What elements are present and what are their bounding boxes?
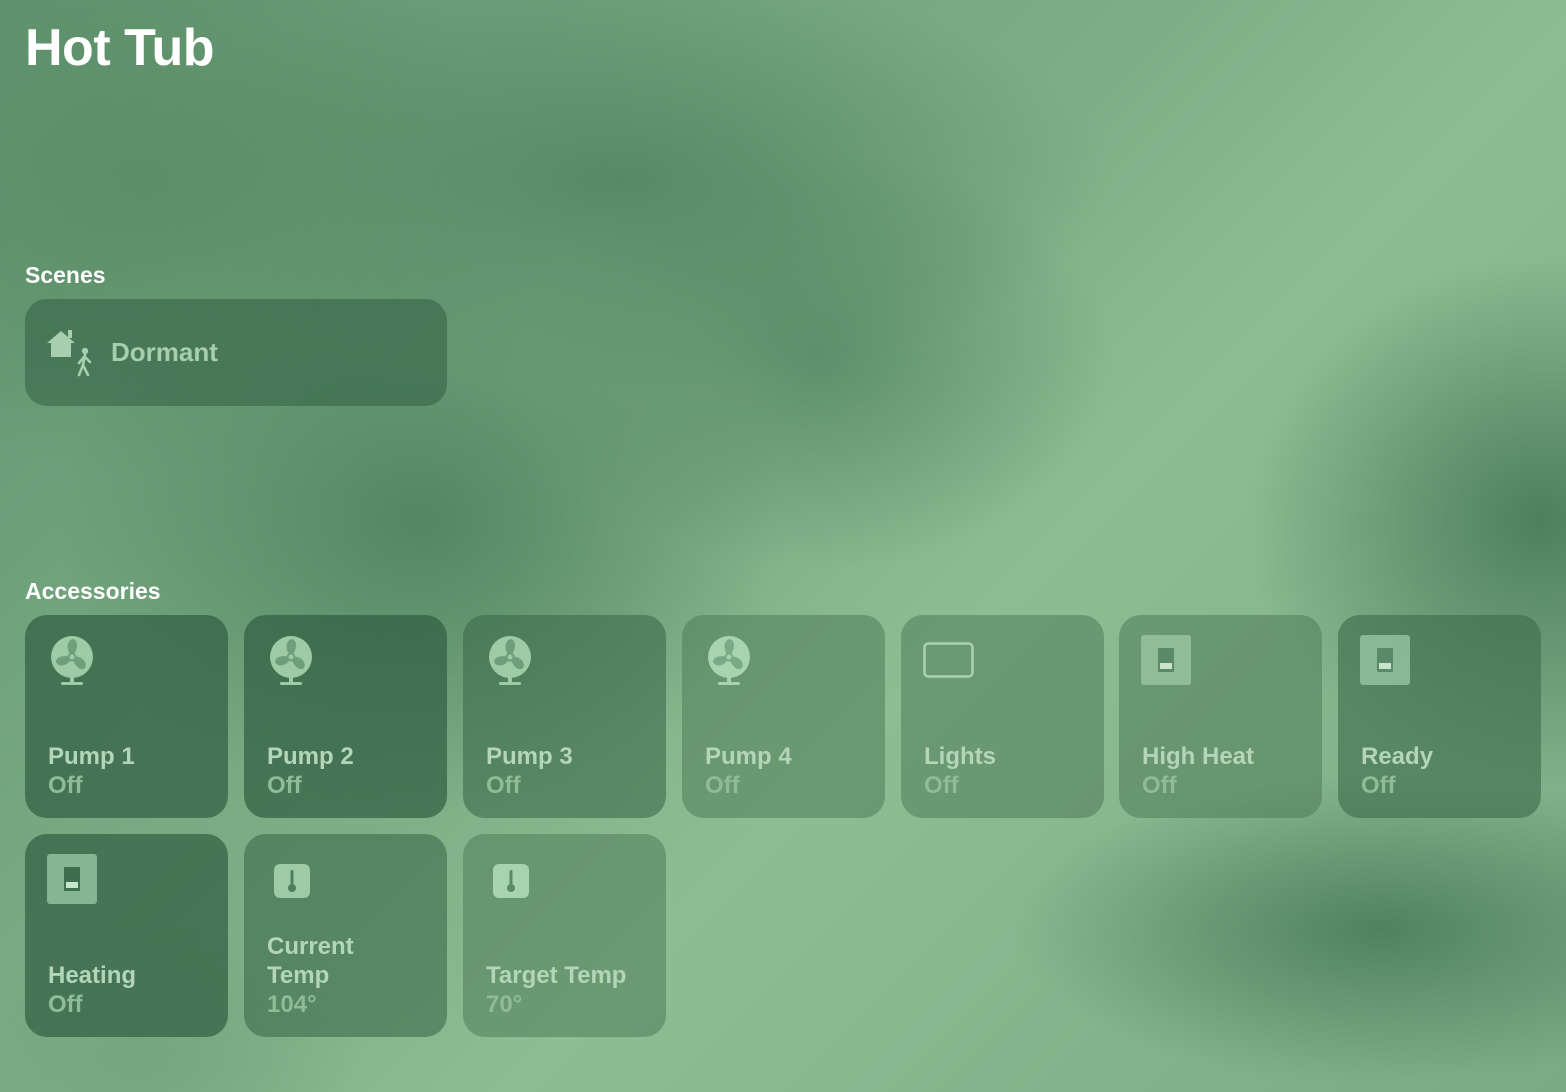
scene-label: Dormant bbox=[111, 337, 218, 367]
accessory-tile-pump-4[interactable]: Pump 4 Off bbox=[682, 615, 885, 818]
thermometer-icon bbox=[485, 854, 537, 906]
accessory-name: Ready bbox=[1361, 743, 1434, 770]
accessory-name: Pump 2 bbox=[267, 743, 354, 770]
accessory-tile-heating[interactable]: Heating Off bbox=[25, 834, 228, 1037]
accessory-name: Pump 1 bbox=[48, 743, 135, 770]
switch-icon bbox=[1360, 635, 1412, 687]
accessory-status: Off bbox=[48, 772, 83, 799]
page-title: Hot Tub bbox=[25, 19, 215, 77]
accessory-status: Off bbox=[1361, 772, 1396, 799]
accessory-tile-target-temp[interactable]: Target Temp 70° bbox=[463, 834, 666, 1037]
accessory-status: Off bbox=[924, 772, 959, 799]
accessories-section-title: Accessories bbox=[25, 578, 161, 604]
accessory-status: Off bbox=[705, 772, 740, 799]
accessory-tile-high-heat[interactable]: High Heat Off bbox=[1119, 615, 1322, 818]
switch-icon bbox=[1141, 635, 1193, 687]
fan-icon bbox=[704, 635, 756, 687]
accessory-status: Off bbox=[1142, 772, 1177, 799]
accessory-name: Target Temp bbox=[486, 962, 627, 989]
home-room-view: Hot Tub Scenes Dormant Accessories Pump … bbox=[0, 0, 1566, 1092]
accessory-name: Pump 3 bbox=[486, 743, 573, 770]
accessory-tile-current-temp[interactable]: Current Temp 104° bbox=[244, 834, 447, 1037]
accessory-name: Heating bbox=[48, 962, 137, 989]
accessory-tile-pump-2[interactable]: Pump 2 Off bbox=[244, 615, 447, 818]
accessory-status: 104° bbox=[267, 991, 317, 1018]
light-strip-icon bbox=[923, 635, 975, 687]
accessory-status: 70° bbox=[486, 991, 523, 1018]
fan-icon bbox=[485, 635, 537, 687]
scene-tile-dormant[interactable]: Dormant bbox=[25, 299, 447, 406]
accessory-name: Lights bbox=[924, 743, 996, 770]
accessory-status: Off bbox=[486, 772, 521, 799]
home-person-icon bbox=[43, 325, 99, 381]
accessory-status: Off bbox=[48, 991, 83, 1018]
accessory-tile-pump-1[interactable]: Pump 1 Off bbox=[25, 615, 228, 818]
switch-icon bbox=[47, 854, 99, 906]
scenes-section-title: Scenes bbox=[25, 262, 106, 288]
accessory-status: Off bbox=[267, 772, 302, 799]
fan-icon bbox=[266, 635, 318, 687]
fan-icon bbox=[47, 635, 99, 687]
accessory-name: Current Temp bbox=[267, 933, 354, 989]
accessory-name: Pump 4 bbox=[705, 743, 792, 770]
accessory-tile-lights[interactable]: Lights Off bbox=[901, 615, 1104, 818]
accessory-tile-pump-3[interactable]: Pump 3 Off bbox=[463, 615, 666, 818]
thermometer-icon bbox=[266, 854, 318, 906]
accessory-tile-ready[interactable]: Ready Off bbox=[1338, 615, 1541, 818]
accessory-name: High Heat bbox=[1142, 743, 1255, 770]
